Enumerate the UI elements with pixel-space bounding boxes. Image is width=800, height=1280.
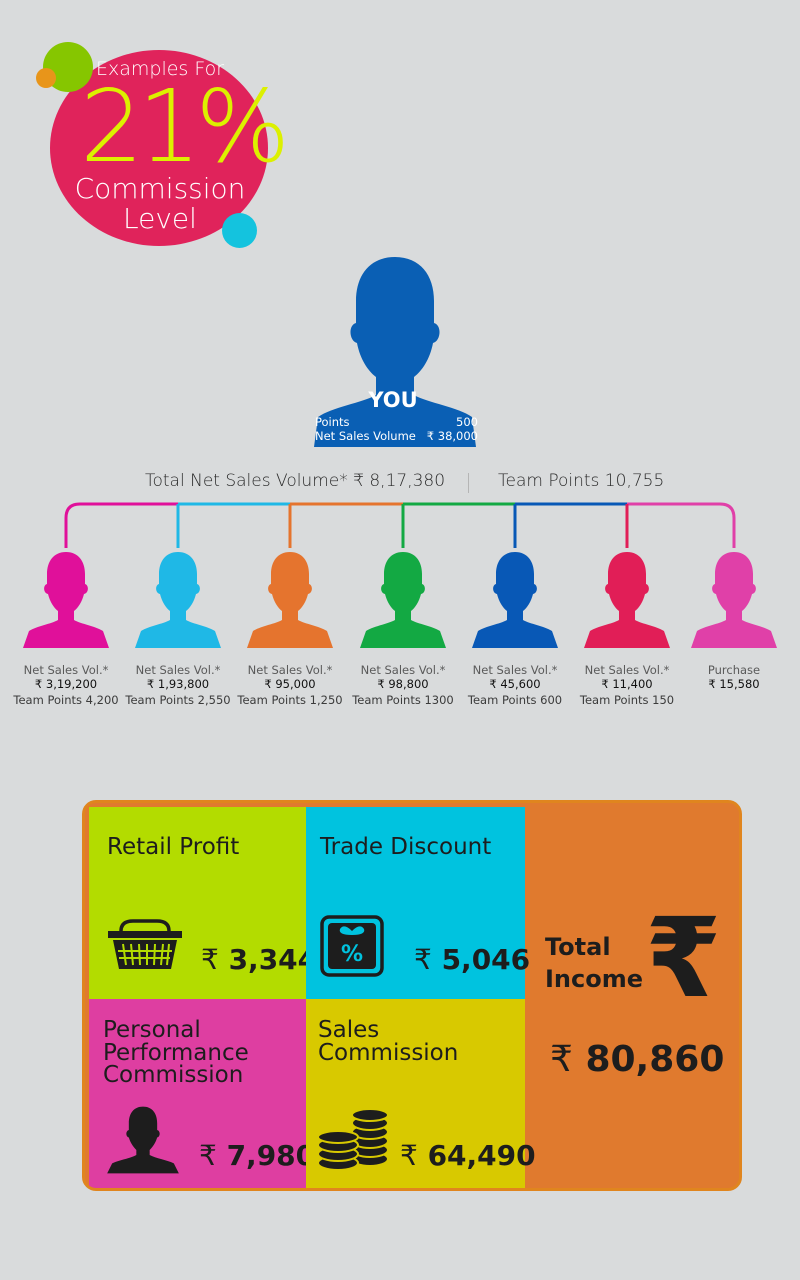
member-metric-label: Purchase [707, 663, 761, 677]
member-metric-value: ₹ 1,93,800 [146, 677, 210, 691]
rupee-symbol: ₹ [414, 943, 432, 976]
trade-discount-value: 5,046 [441, 943, 531, 976]
member-team-points: Team Points 4,200 [13, 693, 119, 707]
member-metric-label: Net Sales Vol.* [360, 663, 446, 677]
rupee-symbol: ₹ [201, 943, 219, 976]
sales-commission-title: Sales Commission [318, 1017, 459, 1066]
totals-divider [468, 473, 469, 493]
member-metric-value: ₹ 11,400 [601, 677, 653, 691]
total-income-title-line2: Income [545, 965, 644, 993]
total-income-title: Total Income [545, 931, 643, 995]
rupee-icon: ₹ [645, 894, 722, 1022]
basket-icon [108, 919, 182, 969]
personal-performance-title-line1: Personal [103, 1017, 201, 1043]
member-team-points: Team Points 2,550 [125, 693, 231, 707]
member-metric-label: Net Sales Vol.* [23, 663, 109, 677]
member-person-icon [135, 552, 221, 648]
svg-text:%: % [341, 942, 363, 967]
member-person-icon [691, 552, 777, 648]
retail-profit-card: Retail Profit ₹ 3,344 [89, 807, 317, 999]
personal-performance-card: Personal Performance Commission ₹ 7,980 [89, 999, 315, 1188]
retail-profit-value: 3,344 [228, 943, 318, 976]
total-net-sales-volume: Total Net Sales Volume* ₹ 8,17,380 [145, 471, 446, 491]
member-team-points: Team Points 1,250 [237, 693, 343, 707]
sales-commission-card: Sales Commission ₹ 64,490 [306, 999, 536, 1188]
badge-percent: 21% [80, 68, 290, 185]
trade-discount-card: Trade Discount % ₹ 5,046 [306, 807, 530, 999]
member-metric-value: ₹ 3,19,200 [34, 677, 98, 691]
member-team-points: Team Points 1300 [352, 693, 454, 707]
you-points-value: 500 [456, 415, 478, 429]
member-team-points: Team Points 150 [579, 693, 675, 707]
member-metric-label: Net Sales Vol.* [472, 663, 558, 677]
total-team-points: Team Points 10,755 [498, 471, 665, 491]
rupee-symbol: ₹ [550, 1039, 573, 1080]
total-income-value: 80,860 [585, 1039, 725, 1080]
badge-line-level: Level [123, 202, 197, 235]
total-income-amount: ₹ 80,860 [550, 1039, 724, 1080]
total-income-title-line1: Total [545, 933, 611, 961]
you-label: YOU [368, 388, 418, 412]
retail-profit-title: Retail Profit [107, 834, 240, 860]
member-metric-value: ₹ 15,580 [708, 677, 760, 691]
member-metric-value: ₹ 45,600 [489, 677, 541, 691]
income-panel: Retail Profit ₹ 3,344 Trade Discount % ₹… [82, 800, 742, 1191]
member-metric-label: Net Sales Vol.* [135, 663, 221, 677]
personal-performance-title-line3: Commission [103, 1062, 244, 1088]
member-person-icon [247, 552, 333, 648]
rupee-symbol: ₹ [199, 1139, 217, 1172]
coins-icon [317, 1108, 389, 1171]
personal-performance-value: 7,980 [226, 1139, 316, 1172]
member-person-icon [584, 552, 670, 648]
sales-commission-amount: ₹ 64,490 [400, 1139, 536, 1172]
retail-profit-amount: ₹ 3,344 [201, 943, 317, 976]
member-metric-value: ₹ 98,800 [377, 677, 429, 691]
member-person-icon [23, 552, 109, 648]
member-metric-label: Net Sales Vol.* [247, 663, 333, 677]
sales-commission-value: 64,490 [427, 1139, 536, 1172]
you-points-label: Points [315, 415, 350, 429]
rupee-symbol: ₹ [400, 1139, 418, 1172]
trade-discount-title: Trade Discount [320, 834, 492, 860]
badge-line-commission: Commission [74, 172, 246, 205]
member-metric-label: Net Sales Vol.* [584, 663, 670, 677]
decorative-dot-orange [36, 68, 56, 88]
you-net-sales-value: ₹ 38,000 [426, 429, 478, 443]
member-team-points: Team Points 600 [467, 693, 563, 707]
personal-performance-amount: ₹ 7,980 [199, 1139, 315, 1172]
member-person-icon [472, 552, 558, 648]
trade-discount-amount: ₹ 5,046 [414, 943, 530, 976]
member-metric-value: ₹ 95,000 [264, 677, 316, 691]
person-icon [107, 1106, 179, 1174]
member-person-icon [360, 552, 446, 648]
discount-gift-icon: % [320, 915, 384, 977]
